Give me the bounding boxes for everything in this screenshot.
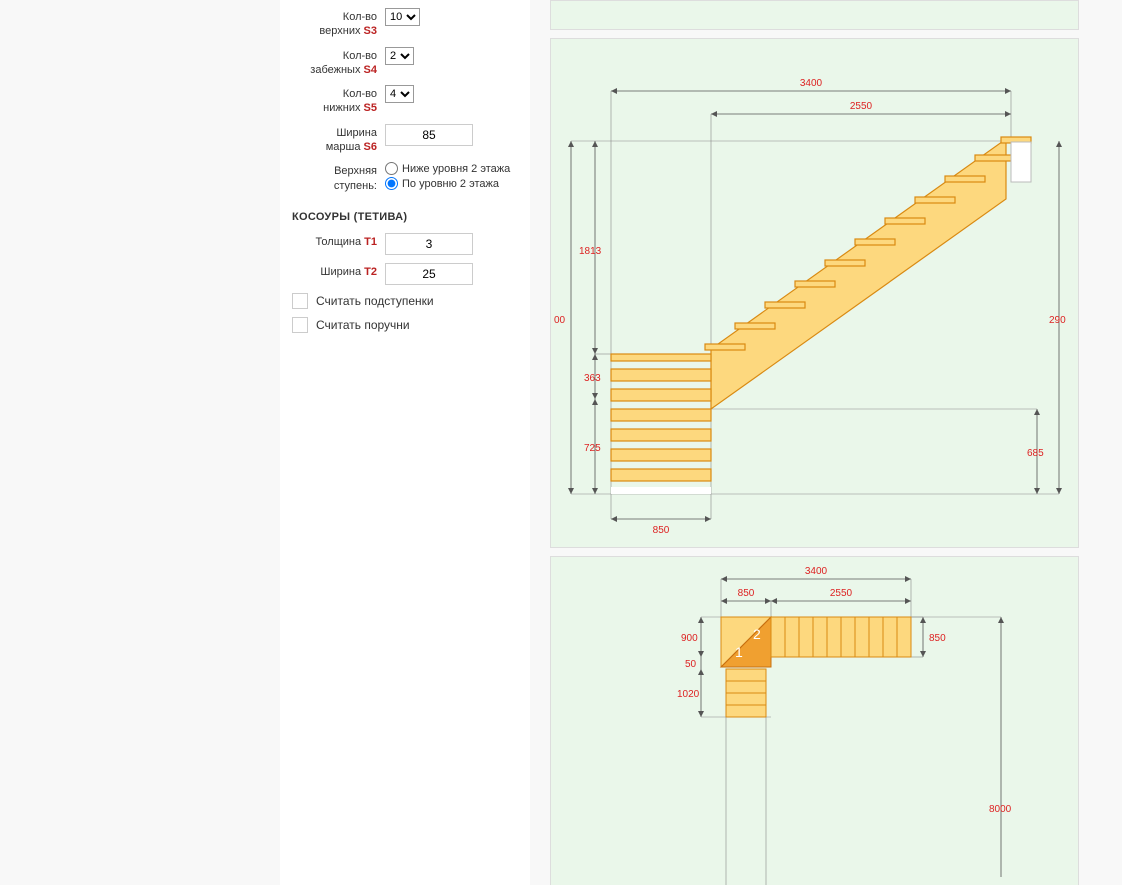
elev-dim-run: 2550 xyxy=(850,101,873,112)
radio-top-step-1[interactable]: Ниже уровня 2 этажа xyxy=(385,162,518,175)
plan-dim-overall: 3400 xyxy=(805,566,828,577)
row-s6: Ширина марша S6 xyxy=(292,124,518,155)
checkbox-risers[interactable]: Считать подступенки xyxy=(292,293,518,309)
diagram-plan: 3400 850 2550 900 5 xyxy=(550,556,1079,885)
elev-dim-left-full: 00 xyxy=(554,315,566,326)
checkbox-rails-label: Считать поручни xyxy=(316,318,410,332)
input-t1[interactable] xyxy=(385,233,473,255)
diagram-panel: 3400 2550 00 18 xyxy=(550,0,1122,885)
elev-dim-base: 850 xyxy=(653,525,670,536)
plan-dim-far-right: 8000 xyxy=(989,804,1012,815)
plan-dim-right: 850 xyxy=(929,633,946,644)
radio-top-step-2-label: По уровню 2 этажа xyxy=(402,178,499,190)
row-t1: Толщина T1 xyxy=(292,233,518,255)
plan-dim-left-upper: 900 xyxy=(681,633,698,644)
label-s3: Кол-во верхних S3 xyxy=(292,8,377,39)
plan-dim-left-gap: 50 xyxy=(685,659,697,670)
plan-step-2: 2 xyxy=(753,626,761,642)
checkbox-rails[interactable]: Считать поручни xyxy=(292,317,518,333)
form-panel: Кол-во верхних S3 10 Кол-во забежных S4 … xyxy=(280,0,530,885)
elev-dim-right-lower: 685 xyxy=(1027,448,1044,459)
elev-dim-left-mid: 363 xyxy=(584,373,601,384)
input-s6[interactable] xyxy=(385,124,473,146)
plan-step-1: 1 xyxy=(735,644,743,660)
checkbox-risers-label: Считать подступенки xyxy=(316,294,434,308)
radio-top-step-2[interactable]: По уровню 2 этажа xyxy=(385,177,518,190)
elevation-svg: 3400 2550 00 18 xyxy=(551,39,1078,547)
elev-dim-overall: 3400 xyxy=(800,78,823,89)
plan-dim-seg2: 2550 xyxy=(830,588,853,599)
elev-dim-left-upper: 1813 xyxy=(579,246,602,257)
radio-top-step-1-label: Ниже уровня 2 этажа xyxy=(402,163,510,175)
elev-dim-right-full: 290 xyxy=(1049,315,1066,326)
label-top-step: Верхняя ступень: xyxy=(292,162,377,193)
row-t2: Ширина T2 xyxy=(292,263,518,285)
row-top-step: Верхняя ступень: Ниже уровня 2 этажа По … xyxy=(292,162,518,193)
select-s3[interactable]: 10 xyxy=(385,8,420,26)
diagram-elevation: 3400 2550 00 18 xyxy=(550,38,1079,548)
row-s5: Кол-во нижних S5 4 xyxy=(292,85,518,116)
plan-svg: 3400 850 2550 900 5 xyxy=(551,557,1078,885)
select-s4[interactable]: 2 xyxy=(385,47,414,65)
plan-dim-seg1: 850 xyxy=(738,588,755,599)
section-stringers: КОСОУРЫ (ТЕТИВА) xyxy=(292,211,518,223)
label-s6: Ширина марша S6 xyxy=(292,124,377,155)
row-s4: Кол-во забежных S4 2 xyxy=(292,47,518,78)
label-t2: Ширина T2 xyxy=(292,263,377,279)
select-s5[interactable]: 4 xyxy=(385,85,414,103)
diagram-strip xyxy=(550,0,1079,30)
label-s5: Кол-во нижних S5 xyxy=(292,85,377,116)
label-t1: Толщина T1 xyxy=(292,233,377,249)
elev-dim-left-lower: 725 xyxy=(584,443,601,454)
input-t2[interactable] xyxy=(385,263,473,285)
label-s4: Кол-во забежных S4 xyxy=(292,47,377,78)
row-s3: Кол-во верхних S3 10 xyxy=(292,8,518,39)
plan-dim-left-lower: 1020 xyxy=(677,689,700,700)
